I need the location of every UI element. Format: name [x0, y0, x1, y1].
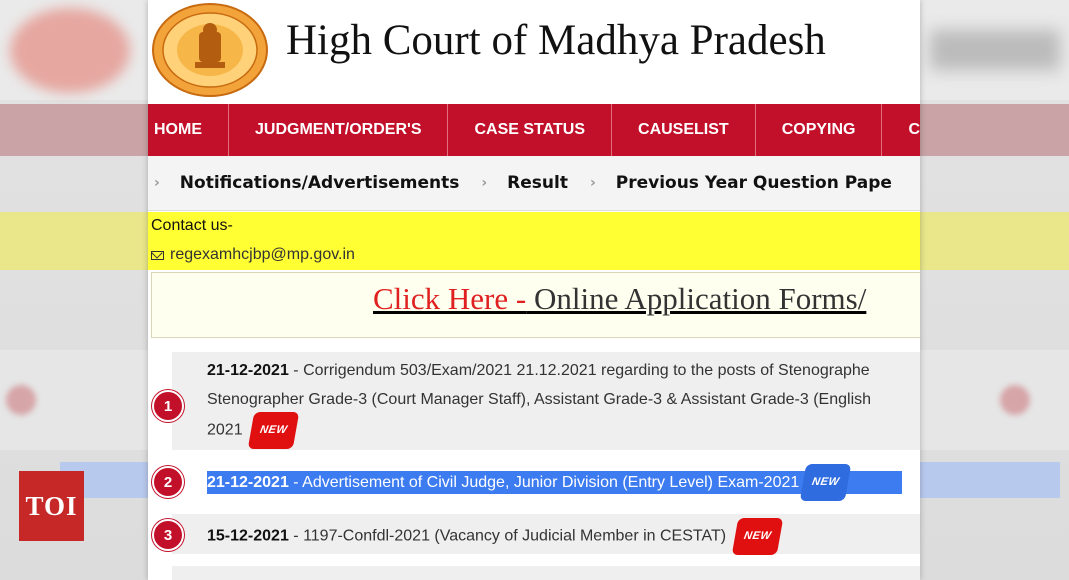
court-webpage: High Court of Madhya Pradesh HOME JUDGME…	[148, 0, 920, 580]
blurred-dot	[6, 385, 36, 415]
notice-title: - Corrigendum 503/Exam/2021 21.12.2021 r…	[288, 362, 870, 379]
notice-title-cont: Stenographer Grade-3 (Court Manager Staf…	[207, 391, 872, 408]
mail-icon	[151, 250, 164, 260]
subnav-label: Notifications/Advertisements	[179, 173, 460, 193]
site-header: High Court of Madhya Pradesh	[148, 0, 920, 104]
blurred-title	[930, 30, 1060, 70]
nav-causelist[interactable]: CAUSELIST	[612, 104, 756, 156]
online-application-link[interactable]: Click Here - Online Application Forms/	[373, 281, 866, 317]
notice-title: - Advertisement of Civil Judge, Junior D…	[288, 473, 800, 491]
selected-text-highlight: 21-12-2021 - Advertisement of Civil Judg…	[207, 466, 903, 499]
notice-number-badge: 2	[152, 466, 184, 498]
contact-title: Contact us-	[151, 217, 233, 234]
notice-item[interactable]: 21-12-2021 - Corrigendum 503/Exam/2021 2…	[172, 352, 920, 450]
new-badge-icon: NEW	[802, 466, 850, 499]
subnav-item-notifications[interactable]: › Notifications/Advertisements	[154, 173, 459, 193]
blurred-dot	[1000, 385, 1030, 415]
notice-title-end: 2021	[207, 421, 243, 439]
site-title: High Court of Madhya Pradesh	[286, 17, 826, 64]
notice-text: 21-12-2021 - Corrigendum 503/Exam/2021 2…	[207, 356, 871, 447]
nav-copying[interactable]: COPYING	[756, 104, 883, 156]
notice-number-badge: 3	[152, 519, 184, 551]
notice-date: 21-12-2021	[207, 473, 289, 491]
notice-date: 21-12-2021	[207, 362, 289, 379]
contact-email-link[interactable]: regexamhcjbp@mp.gov.in	[151, 246, 355, 264]
chevron-right-icon: ›	[154, 175, 160, 191]
notice-item-selected[interactable]: 21-12-2021 - Advertisement of Civil Judg…	[172, 462, 920, 500]
notice-item-partial[interactable]	[172, 566, 920, 580]
notice-text: 15-12-2021 - 1197-Confdl-2021 (Vacancy o…	[207, 520, 781, 553]
sub-nav: › Notifications/Advertisements › Result …	[148, 156, 920, 211]
court-emblem-icon[interactable]	[151, 2, 269, 98]
nav-judgment-orders[interactable]: JUDGMENT/ORDER'S	[229, 104, 449, 156]
nav-case-status[interactable]: CASE STATUS	[448, 104, 613, 156]
main-nav: HOME JUDGMENT/ORDER'S CASE STATUS CAUSEL…	[148, 104, 920, 156]
subnav-label: Result	[507, 173, 568, 193]
subnav-label: Previous Year Question Pape	[615, 173, 892, 193]
new-badge-icon: NEW	[250, 414, 298, 447]
online-application-box: Click Here - Online Application Forms/	[151, 272, 920, 338]
chevron-right-icon: ›	[589, 175, 596, 191]
toi-watermark-logo: TOI	[19, 471, 84, 541]
notice-title: - 1197-Confdl-2021 (Vacancy of Judicial …	[288, 527, 727, 545]
nav-caveat[interactable]: CAVEAT	[882, 104, 920, 156]
subnav-item-result[interactable]: › Result	[481, 173, 568, 193]
subnav-item-previous-papers[interactable]: › Previous Year Question Pape	[590, 173, 892, 193]
chevron-right-icon: ›	[481, 175, 488, 191]
new-badge-icon: NEW	[733, 520, 781, 553]
notice-number-badge: 1	[152, 390, 184, 422]
blurred-emblem	[10, 8, 130, 93]
nav-home[interactable]: HOME	[148, 104, 229, 156]
contact-banner: Contact us- regexamhcjbp@mp.gov.in	[148, 212, 920, 270]
notice-text: 21-12-2021 - Advertisement of Civil Judg…	[207, 466, 903, 499]
notice-item[interactable]: 15-12-2021 - 1197-Confdl-2021 (Vacancy o…	[172, 514, 920, 554]
application-forms-text: Online Application Forms/	[526, 281, 867, 316]
click-here-text: Click Here -	[373, 281, 527, 316]
contact-email-text: regexamhcjbp@mp.gov.in	[170, 246, 355, 263]
notice-date: 15-12-2021	[207, 527, 289, 545]
